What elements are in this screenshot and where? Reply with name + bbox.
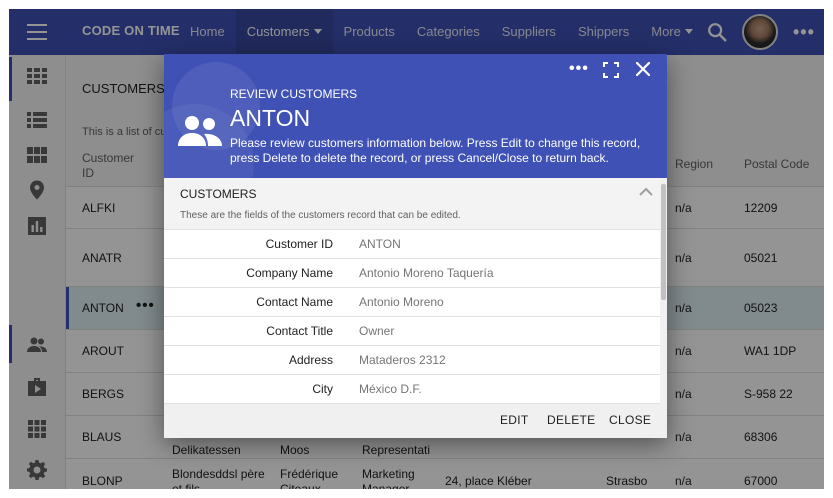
field-value: Mataderos 2312 <box>359 353 446 367</box>
field-city: City México D.F. <box>164 375 660 404</box>
field-value: ANTON <box>359 237 401 251</box>
scrollbar-thumb[interactable] <box>661 184 666 300</box>
review-customer-dialog: REVIEW CUSTOMERS ANTON Please review cus… <box>164 54 667 438</box>
field-value: México D.F. <box>359 382 422 396</box>
dialog-subtitle: REVIEW CUSTOMERS <box>230 87 358 101</box>
edit-button[interactable]: EDIT <box>500 404 529 438</box>
field-label: Contact Title <box>266 324 333 338</box>
fullscreen-icon[interactable] <box>603 62 619 78</box>
field-value: Owner <box>359 324 395 338</box>
field-value: Antonio Moreno <box>359 295 444 309</box>
field-contact-title: Contact Title Owner <box>164 317 660 346</box>
people-icon <box>178 116 222 146</box>
field-customer-id: Customer ID ANTON <box>164 230 660 259</box>
field-label: City <box>312 382 333 396</box>
dialog-header: REVIEW CUSTOMERS ANTON Please review cus… <box>164 54 667 178</box>
dialog-title: ANTON <box>230 105 311 131</box>
field-label: Contact Name <box>256 295 333 309</box>
field-company-name: Company Name Antonio Moreno Taquería <box>164 259 660 288</box>
section-description: These are the fields of the customers re… <box>180 210 461 221</box>
dialog-body: CUSTOMERS These are the fields of the cu… <box>164 178 660 404</box>
section-title: CUSTOMERS <box>180 187 257 201</box>
field-label: Customer ID <box>265 237 333 251</box>
chevron-up-icon[interactable] <box>639 187 653 197</box>
close-button[interactable]: CLOSE <box>609 404 651 438</box>
section-header[interactable]: CUSTOMERS These are the fields of the cu… <box>164 178 660 230</box>
field-label: Address <box>288 353 333 367</box>
field-value: Antonio Moreno Taquería <box>359 266 494 280</box>
close-icon[interactable] <box>635 61 651 77</box>
dialog-scrollbar[interactable] <box>660 178 667 404</box>
field-contact-name: Contact Name Antonio Moreno <box>164 288 660 317</box>
field-address: Address Mataderos 2312 <box>164 346 660 375</box>
dialog-description: Please review customers information belo… <box>230 136 641 165</box>
delete-button[interactable]: DELETE <box>547 404 595 438</box>
dialog-footer: EDIT DELETE CLOSE <box>164 404 667 438</box>
dialog-more-options-icon[interactable]: ••• <box>569 60 589 78</box>
app-window: CODE ON TIME Home Customers Products Cat… <box>9 9 824 489</box>
field-label: Company Name <box>246 266 333 280</box>
